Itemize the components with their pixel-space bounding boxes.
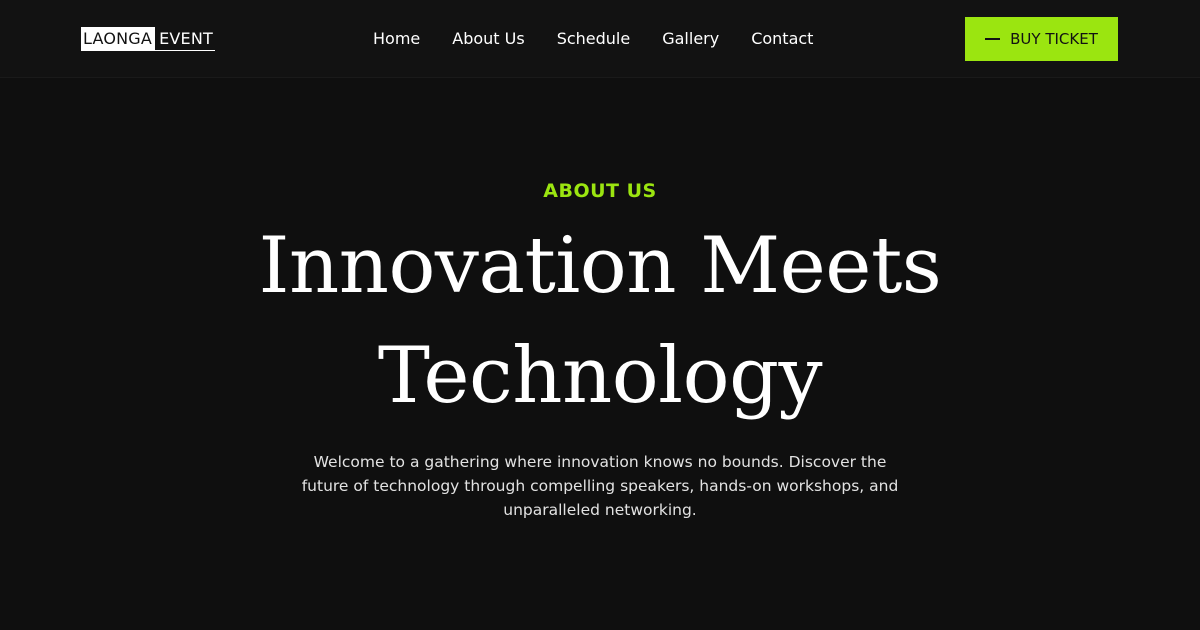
buy-ticket-label: BUY TICKET: [1010, 30, 1098, 48]
nav-link-home[interactable]: Home: [373, 27, 420, 51]
main-nav: Home About Us Schedule Gallery Contact: [373, 27, 813, 51]
buy-ticket-button[interactable]: BUY TICKET: [965, 17, 1118, 61]
logo[interactable]: LAONGA EVENT: [81, 27, 215, 51]
section-eyebrow: ABOUT US: [543, 180, 657, 202]
hero-title: Innovation Meets Technology: [150, 211, 1050, 431]
logo-text-secondary: EVENT: [155, 27, 215, 51]
dash-icon: [985, 38, 1001, 40]
hero-section: ABOUT US Innovation Meets Technology Wel…: [0, 79, 1200, 630]
logo-text-primary: LAONGA: [81, 27, 156, 51]
nav-link-schedule[interactable]: Schedule: [557, 27, 631, 51]
site-header: LAONGA EVENT Home About Us Schedule Gall…: [0, 0, 1200, 78]
nav-link-about-us[interactable]: About Us: [452, 27, 524, 51]
nav-link-gallery[interactable]: Gallery: [662, 27, 719, 51]
hero-description: Welcome to a gathering where innovation …: [301, 453, 899, 519]
nav-link-contact[interactable]: Contact: [751, 27, 813, 51]
hero-title-line-1: Innovation Meets: [258, 221, 942, 311]
hero-title-line-2: Technology: [377, 331, 823, 421]
